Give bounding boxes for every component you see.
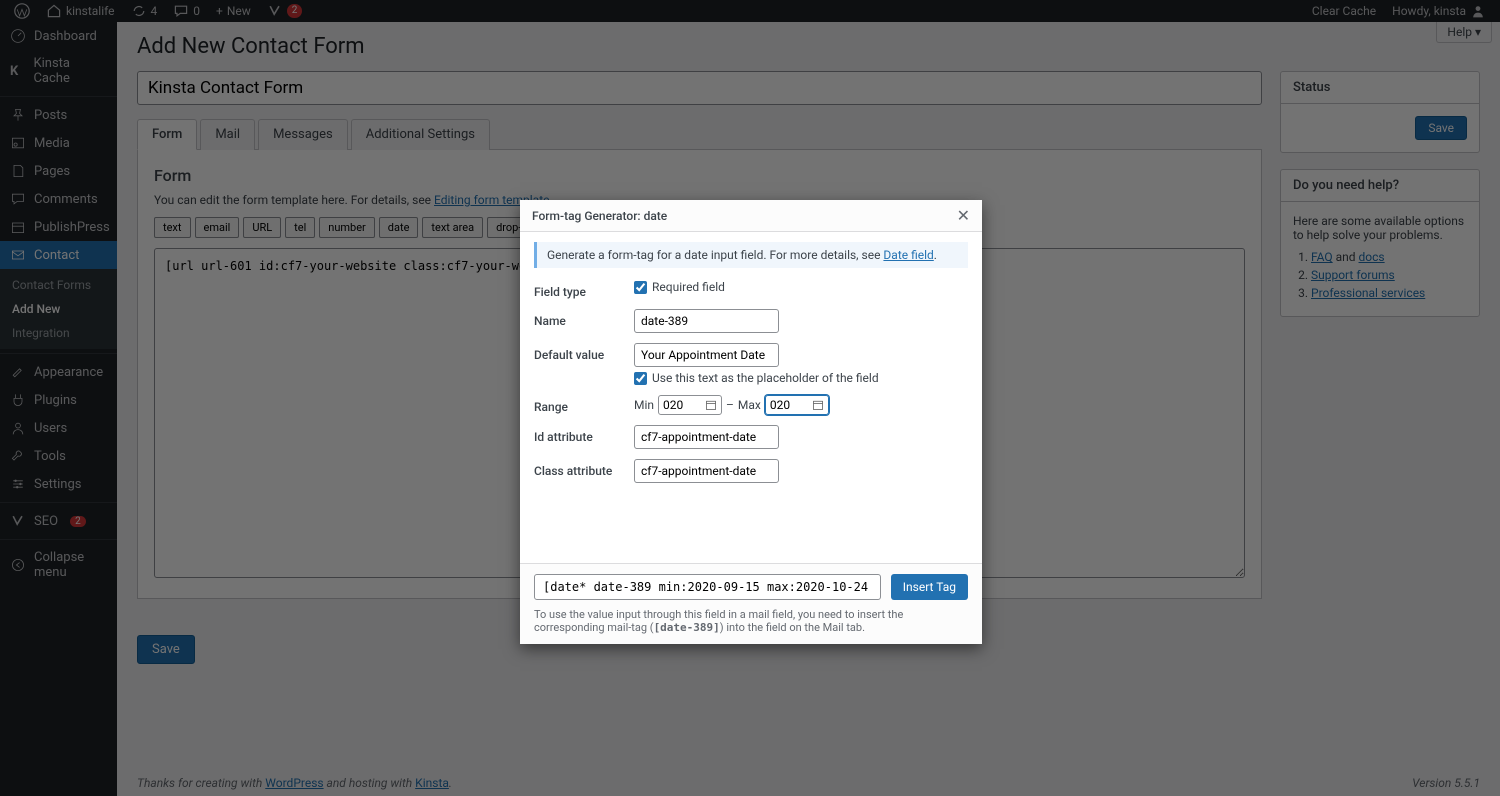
insert-tag-button[interactable]: Insert Tag bbox=[891, 574, 968, 600]
placeholder-checkbox[interactable] bbox=[634, 372, 647, 385]
label-range: Range bbox=[534, 395, 634, 414]
max-input[interactable] bbox=[770, 398, 800, 412]
required-checkbox[interactable] bbox=[634, 281, 647, 294]
min-label: Min bbox=[634, 398, 654, 412]
label-default: Default value bbox=[534, 343, 634, 362]
class-input[interactable] bbox=[634, 459, 779, 483]
min-input[interactable] bbox=[663, 398, 693, 412]
mail-note: To use the value input through this fiel… bbox=[534, 608, 968, 634]
label-field-type: Field type bbox=[534, 280, 634, 299]
name-input[interactable] bbox=[634, 309, 779, 333]
label-name: Name bbox=[534, 309, 634, 328]
id-input[interactable] bbox=[634, 425, 779, 449]
default-input[interactable] bbox=[634, 343, 779, 367]
calendar-icon bbox=[705, 399, 717, 411]
label-class: Class attribute bbox=[534, 459, 634, 478]
form-tag-modal: Form-tag Generator: date ✕ Generate a fo… bbox=[520, 200, 982, 644]
close-icon[interactable]: ✕ bbox=[957, 206, 970, 225]
placeholder-label: Use this text as the placeholder of the … bbox=[652, 371, 879, 385]
date-field-link[interactable]: Date field bbox=[883, 248, 933, 262]
generated-tag-input[interactable] bbox=[534, 574, 881, 600]
modal-title: Form-tag Generator: date bbox=[532, 209, 667, 223]
required-label: Required field bbox=[652, 280, 725, 294]
calendar-icon bbox=[812, 399, 824, 411]
info-box: Generate a form-tag for a date input fie… bbox=[534, 242, 968, 268]
max-label: Max bbox=[738, 398, 761, 412]
label-id: Id attribute bbox=[534, 425, 634, 444]
